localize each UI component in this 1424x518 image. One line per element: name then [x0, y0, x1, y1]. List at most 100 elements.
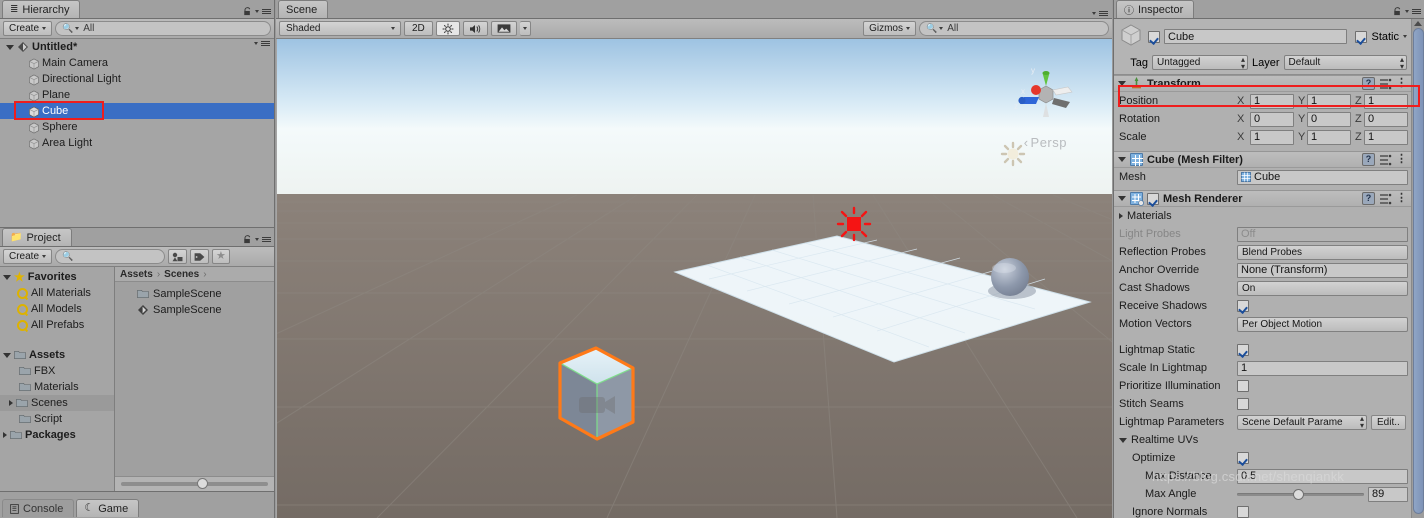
project-folder-script[interactable]: Script	[0, 411, 114, 427]
component-menu-icon[interactable]: ⋮	[1396, 193, 1407, 204]
preset-icon[interactable]	[1379, 154, 1392, 166]
scrollbar-thumb[interactable]	[1412, 28, 1424, 514]
object-enabled-checkbox[interactable]	[1148, 30, 1160, 43]
position-z-field[interactable]: 1	[1364, 93, 1408, 109]
scale-z-field[interactable]: 1	[1364, 129, 1408, 145]
tab-console[interactable]: Console	[2, 499, 75, 517]
project-folder-fbx[interactable]: FBX	[0, 363, 114, 379]
hierarchy-create-button[interactable]: Create	[3, 21, 53, 36]
list-item[interactable]: SampleScene	[115, 302, 274, 318]
panel-menu-icon[interactable]	[262, 237, 271, 242]
chevron-down-icon[interactable]	[1405, 10, 1409, 13]
list-item[interactable]: SampleScene	[115, 286, 274, 302]
scrollbar-thumb[interactable]	[197, 478, 209, 489]
chevron-down-icon[interactable]	[255, 238, 259, 241]
component-header-mesh-filter[interactable]: Cube (Mesh Filter) ? ⋮	[1114, 151, 1411, 168]
scene-audio-toggle[interactable]	[462, 21, 488, 36]
mesh-object-field[interactable]: Cube	[1237, 169, 1408, 185]
scroll-up-arrow-icon[interactable]	[1414, 21, 1422, 26]
chevron-down-icon[interactable]	[1118, 196, 1126, 201]
scene-camera-mode[interactable]: ‹ Persp	[1024, 135, 1067, 150]
scene-fx-dropdown[interactable]	[519, 21, 531, 36]
max-angle-field[interactable]: 89	[1368, 486, 1408, 502]
lightmap-parameters-dropdown[interactable]: Scene Default Parame ▴ ▾	[1237, 414, 1367, 430]
help-icon[interactable]: ?	[1362, 153, 1375, 166]
project-search-input[interactable]: 🔍	[55, 249, 166, 264]
optimize-checkbox[interactable]	[1237, 452, 1249, 464]
breadcrumb-assets[interactable]: Assets	[120, 269, 153, 280]
inspector-scrollbar[interactable]	[1411, 19, 1424, 518]
hierarchy-item-main-camera[interactable]: Main Camera	[0, 55, 274, 71]
component-header-mesh-renderer[interactable]: Mesh Renderer ? ⋮	[1114, 190, 1411, 207]
scene-gizmos-dropdown[interactable]: Gizmos	[863, 21, 916, 36]
project-favorite-all-materials[interactable]: All Materials	[0, 285, 114, 301]
hierarchy-item-cube[interactable]: Cube	[0, 103, 274, 119]
scene-2d-toggle[interactable]: 2D	[404, 21, 433, 36]
panel-menu-icon[interactable]	[1099, 11, 1108, 16]
project-folder-scenes[interactable]: Scenes	[0, 395, 114, 411]
project-packages-group[interactable]: Packages	[0, 427, 114, 443]
object-name-field[interactable]: Cube	[1164, 29, 1348, 44]
preset-icon[interactable]	[1379, 193, 1392, 205]
scrollbar-track[interactable]	[121, 478, 268, 489]
chevron-down-icon[interactable]	[1403, 35, 1407, 38]
slider-knob[interactable]	[1292, 488, 1304, 500]
chevron-down-icon[interactable]	[1118, 157, 1126, 162]
lock-icon[interactable]	[243, 7, 252, 16]
project-favorite-all-prefabs[interactable]: All Prefabs	[0, 317, 114, 333]
rotation-y-field[interactable]: 0	[1307, 111, 1351, 127]
scene-viewport[interactable]: y x z ‹ Persp	[277, 39, 1112, 518]
lock-icon[interactable]	[1393, 7, 1402, 16]
layer-dropdown[interactable]: Default ▴ ▾	[1283, 55, 1407, 70]
scene-lighting-toggle[interactable]	[435, 21, 460, 36]
hierarchy-scene-menu[interactable]	[254, 41, 270, 46]
tab-scene[interactable]: Scene	[278, 0, 329, 18]
chevron-down-icon[interactable]	[1119, 437, 1127, 443]
project-favorite-all-models[interactable]: All Models	[0, 301, 114, 317]
static-checkbox[interactable]	[1355, 30, 1368, 43]
tab-hierarchy[interactable]: ≣ Hierarchy	[2, 0, 81, 18]
project-folder-materials[interactable]: Materials	[0, 379, 114, 395]
help-icon[interactable]: ?	[1362, 77, 1375, 90]
scene-search-input[interactable]: 🔍 All	[919, 21, 1109, 36]
chevron-right-icon[interactable]	[1119, 213, 1123, 219]
favorite-button[interactable]: ★	[212, 249, 230, 264]
hierarchy-item-sphere[interactable]: Sphere	[0, 119, 274, 135]
tab-inspector[interactable]: ⓘ Inspector	[1116, 0, 1195, 18]
scale-y-field[interactable]: 1	[1307, 129, 1351, 145]
scene-draw-mode-dropdown[interactable]: Shaded	[279, 21, 401, 36]
chevron-down-icon[interactable]	[3, 352, 11, 358]
tag-dropdown[interactable]: Untagged ▴ ▾	[1152, 55, 1248, 70]
scene-orientation-gizmo[interactable]: y x z	[1006, 51, 1086, 129]
component-menu-icon[interactable]: ⋮	[1396, 78, 1407, 89]
panel-menu-icon[interactable]	[1412, 9, 1421, 14]
panel-menu-icon[interactable]	[262, 9, 271, 14]
chevron-down-icon[interactable]	[1092, 12, 1096, 15]
preset-icon[interactable]	[1379, 78, 1392, 90]
anchor-override-field[interactable]: None (Transform)	[1237, 262, 1408, 278]
lightmap-static-checkbox[interactable]	[1237, 344, 1249, 356]
hierarchy-item-directional-light[interactable]: Directional Light	[0, 71, 274, 87]
chevron-down-icon[interactable]	[3, 274, 11, 280]
light-probes-dropdown[interactable]: Off	[1237, 226, 1408, 242]
ignore-normals-checkbox[interactable]	[1237, 506, 1249, 518]
position-y-field[interactable]: 1	[1307, 93, 1351, 109]
realtime-uvs-foldout[interactable]: Realtime UVs	[1114, 431, 1411, 449]
position-x-field[interactable]: 1	[1250, 93, 1294, 109]
project-favorites-group[interactable]: ★ Favorites	[0, 269, 114, 285]
lightmap-parameters-edit-button[interactable]: Edit..	[1371, 414, 1406, 430]
chevron-down-icon[interactable]	[1118, 81, 1126, 86]
motion-vectors-dropdown[interactable]: Per Object Motion	[1237, 316, 1408, 332]
chevron-right-icon[interactable]	[3, 432, 7, 438]
reflection-probes-dropdown[interactable]: Blend Probes	[1237, 244, 1408, 260]
tab-game[interactable]: ☾ Game	[76, 499, 140, 517]
component-header-transform[interactable]: Transform ? ⋮	[1114, 75, 1411, 92]
hierarchy-item-area-light[interactable]: Area Light	[0, 135, 274, 151]
filter-by-label-button[interactable]	[190, 249, 210, 264]
rotation-z-field[interactable]: 0	[1364, 111, 1408, 127]
project-horizontal-scrollbar[interactable]	[115, 476, 274, 491]
scene-fx-toggle[interactable]	[490, 21, 517, 36]
lock-icon[interactable]	[243, 235, 252, 244]
hierarchy-search-input[interactable]: 🔍 All	[55, 21, 271, 36]
scale-in-lightmap-field[interactable]: 1	[1237, 360, 1408, 376]
